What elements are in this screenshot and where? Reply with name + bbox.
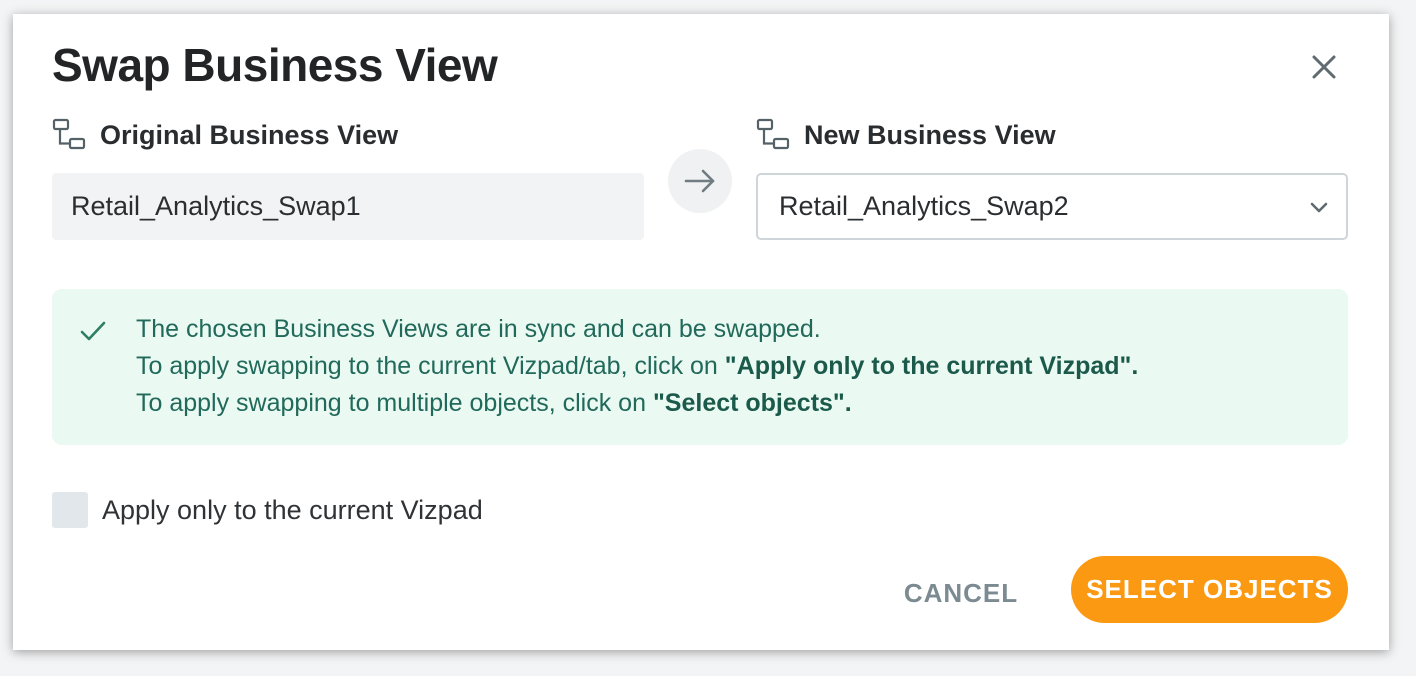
- chevron-down-icon: [1310, 202, 1328, 213]
- check-icon: [80, 321, 106, 341]
- sync-info-text: The chosen Business Views are in sync an…: [136, 311, 1138, 422]
- business-view-icon: [756, 118, 790, 150]
- business-view-icon: [52, 118, 86, 150]
- original-business-view-field: Retail_Analytics_Swap1: [52, 173, 644, 240]
- swap-business-view-dialog: Swap Business View Original Business Vie…: [13, 14, 1389, 650]
- sync-info-line-3: To apply swapping to multiple objects, c…: [136, 385, 1138, 422]
- close-icon: [1312, 55, 1336, 79]
- sync-info-box: The chosen Business Views are in sync an…: [52, 289, 1348, 445]
- apply-current-vizpad-option[interactable]: Apply only to the current Vizpad: [52, 492, 483, 528]
- sync-info-line-2: To apply swapping to the current Vizpad/…: [136, 348, 1138, 385]
- sync-info-line-2-text: To apply swapping to the current Vizpad/…: [136, 352, 725, 380]
- close-button[interactable]: [1307, 50, 1341, 84]
- dialog-title: Swap Business View: [52, 39, 498, 91]
- apply-current-vizpad-label[interactable]: Apply only to the current Vizpad: [102, 495, 483, 526]
- arrow-right-icon: [684, 169, 715, 193]
- sync-info-line-3-emphasis: "Select objects": [652, 389, 845, 417]
- apply-current-vizpad-checkbox[interactable]: [52, 492, 88, 528]
- sync-info-line-2-period: .: [1131, 352, 1139, 380]
- new-business-view-selected-value: Retail_Analytics_Swap2: [779, 191, 1069, 221]
- new-business-view-label: New Business View: [756, 118, 1056, 152]
- original-business-view-label-text: Original Business View: [100, 119, 399, 150]
- sync-info-line-3-period: .: [844, 389, 852, 417]
- swap-arrow: [668, 149, 732, 213]
- sync-info-line-2-emphasis: "Apply only to the current Vizpad": [724, 352, 1132, 380]
- original-business-view-label: Original Business View: [52, 118, 398, 152]
- sync-info-line-3-text: To apply swapping to multiple objects, c…: [136, 389, 653, 417]
- sync-info-line-1: The chosen Business Views are in sync an…: [136, 315, 821, 343]
- cancel-button[interactable]: CANCEL: [893, 571, 1029, 615]
- new-business-view-label-text: New Business View: [804, 119, 1056, 150]
- select-objects-button[interactable]: SELECT OBJECTS: [1071, 556, 1348, 623]
- new-business-view-select[interactable]: Retail_Analytics_Swap2: [756, 173, 1348, 240]
